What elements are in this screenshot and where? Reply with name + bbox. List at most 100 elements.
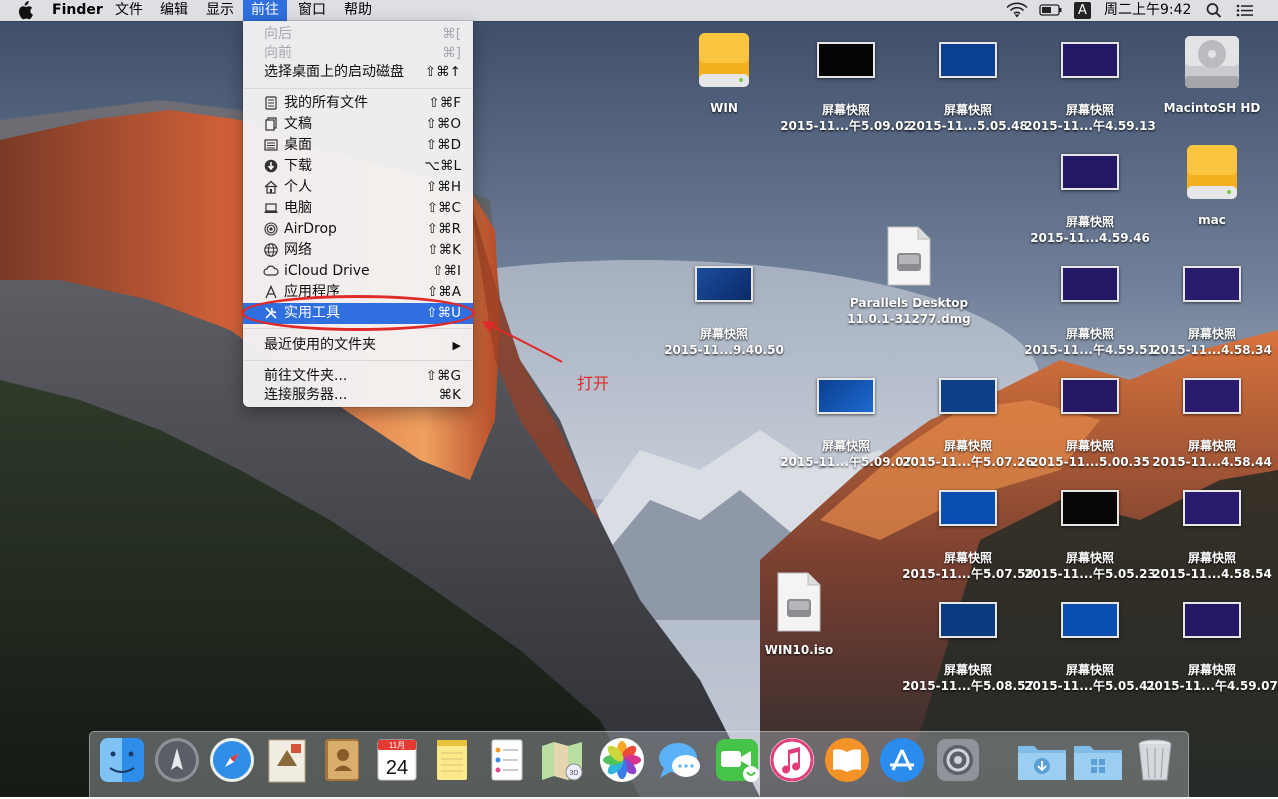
desktop-icon-screenshot[interactable]: 屏幕快照 2015-11...午5.07.58 [898, 490, 1038, 582]
go-menu-dropdown: 向后 ⌘[ 向前 ⌘] 选择桌面上的启动磁盘 ⇧⌘↑ 我的所有文件 ⇧⌘F 文稿… [243, 21, 473, 407]
calendar-icon[interactable]: 11月 24 [373, 736, 421, 784]
menu-item-downloads[interactable]: 下载 ⌥⌘L [243, 156, 473, 177]
menu-item-all-my-files[interactable]: 我的所有文件 ⇧⌘F [243, 93, 473, 114]
screenshot-thumbnail [1061, 490, 1119, 526]
menu-item-shortcut: ⌥⌘L [424, 158, 461, 174]
menu-item-startup-disk[interactable]: 选择桌面上的启动磁盘 ⇧⌘↑ [243, 62, 473, 83]
app-store-icon[interactable] [878, 736, 926, 784]
desktop-icon-screenshot[interactable]: 屏幕快照 2015-11...午5.09.02 [776, 42, 916, 134]
battery-icon[interactable] [1039, 0, 1063, 21]
screenshot-thumbnail [695, 266, 753, 302]
menu-edit[interactable]: 编辑 [160, 0, 188, 21]
menu-item-computer[interactable]: 电脑 ⇧⌘C [243, 198, 473, 219]
screenshot-thumbnail [939, 602, 997, 638]
desktop-icon-screenshot[interactable]: 屏幕快照 2015-11...午4.59.07 [1142, 602, 1278, 694]
finder-icon[interactable] [98, 736, 146, 784]
desktop-icon-label: 屏幕快照 [943, 663, 992, 677]
desktop-icon-label: 屏幕快照 [1187, 439, 1236, 453]
desktop-icon-label: 2015-11...午4.59.07 [1146, 679, 1278, 693]
itunes-icon[interactable] [768, 736, 816, 784]
reminders-icon[interactable] [483, 736, 531, 784]
wifi-icon[interactable] [1006, 0, 1028, 21]
mail-icon[interactable] [263, 736, 311, 784]
desktop-icon-label: 2015-11...4.59.46 [1030, 231, 1150, 245]
documents-icon [263, 117, 279, 132]
menu-item-recent-folders[interactable]: 最近使用的文件夹 ▶ [243, 335, 473, 356]
desktop-icon-screenshot[interactable]: 屏幕快照 2015-11...午5.05.23 [1020, 490, 1160, 582]
svg-text:3D: 3D [570, 770, 579, 777]
notification-center-icon[interactable] [1236, 0, 1254, 21]
desktop-icon-win10-iso[interactable]: WIN10.iso [729, 571, 869, 658]
desktop-icon-mac-drive[interactable]: mac [1142, 142, 1278, 228]
photos-icon[interactable] [598, 736, 646, 784]
ibooks-icon[interactable] [823, 736, 871, 784]
menu-item-label: 个人 [284, 179, 312, 195]
desktop-icon-macintosh-hd[interactable]: MacintoSH HD [1142, 30, 1278, 116]
menu-item-network[interactable]: 网络 ⇧⌘K [243, 240, 473, 261]
menu-item-icloud-drive[interactable]: iCloud Drive ⇧⌘I [243, 261, 473, 282]
maps-icon[interactable]: 3D [538, 736, 586, 784]
menu-item-desktop[interactable]: 桌面 ⇧⌘D [243, 135, 473, 156]
input-method-indicator[interactable]: A [1074, 2, 1091, 19]
system-preferences-icon[interactable] [934, 736, 982, 784]
desktop-icon-screenshot[interactable]: 屏幕快照 2015-11...午4.59.51 [1020, 266, 1160, 358]
desktop-icon-label: MacintoSH HD [1163, 101, 1261, 115]
desktop-icon-label: 2015-11...午5.09.07 [780, 455, 912, 469]
menu-item-back[interactable]: 向后 ⌘[ [243, 24, 473, 45]
menu-help[interactable]: 帮助 [344, 0, 372, 21]
desktop-icon-label: 屏幕快照 [943, 439, 992, 453]
desktop-icon-screenshot[interactable]: 屏幕快照 2015-11...午4.59.13 [1020, 42, 1160, 134]
menu-item-label: 网络 [284, 242, 312, 258]
hard-drive-icon [1185, 36, 1239, 88]
menubar-clock[interactable]: 周二上午9:42 [1104, 0, 1191, 21]
menu-item-label: 电脑 [284, 200, 312, 216]
trash-icon[interactable] [1131, 736, 1179, 784]
notes-icon[interactable] [428, 736, 476, 784]
launchpad-icon[interactable] [153, 736, 201, 784]
menu-item-documents[interactable]: 文稿 ⇧⌘O [243, 114, 473, 135]
contacts-icon[interactable] [318, 736, 366, 784]
menu-item-airdrop[interactable]: AirDrop ⇧⌘R [243, 219, 473, 240]
safari-icon[interactable] [208, 736, 256, 784]
menu-item-label: 向后 [264, 26, 292, 42]
desktop-icon-screenshot[interactable]: 屏幕快照 2015-11...4.58.34 [1142, 266, 1278, 358]
desktop-icon-label: 屏幕快照 [1187, 663, 1236, 677]
desktop-icon-screenshot[interactable]: 屏幕快照 2015-11...5.05.48 [898, 42, 1038, 134]
desktop-icon-screenshot[interactable]: 屏幕快照 2015-11...4.59.46 [1020, 154, 1160, 246]
screenshot-thumbnail [1183, 378, 1241, 414]
desktop-icon-screenshot[interactable]: 屏幕快照 2015-11...午5.08.57 [898, 602, 1038, 694]
desktop-icon-screenshot[interactable]: 屏幕快照 2015-11...4.58.44 [1142, 378, 1278, 470]
desktop-icon-screenshot[interactable]: 屏幕快照 2015-11...9.40.50 [654, 266, 794, 358]
menu-file[interactable]: 文件 [115, 0, 143, 21]
menu-go[interactable]: 前往 [243, 0, 287, 21]
apple-logo-icon[interactable] [16, 0, 33, 21]
facetime-icon[interactable] [713, 736, 761, 784]
screenshot-thumbnail [817, 378, 875, 414]
menu-item-home[interactable]: 个人 ⇧⌘H [243, 177, 473, 198]
screenshot-thumbnail [939, 42, 997, 78]
desktop-icon-label: 2015-11...午5.05.23 [1024, 567, 1156, 581]
desktop-icon-screenshot[interactable]: 屏幕快照 2015-11...5.00.35 [1020, 378, 1160, 470]
menu-window[interactable]: 窗口 [298, 0, 326, 21]
menu-item-label: 最近使用的文件夹 [264, 337, 376, 353]
desktop-icon-label: 2015-11...午5.07.58 [902, 567, 1034, 581]
desktop-icon-parallels-dmg[interactable]: Parallels Desktop 11.0.1-31277.dmg [839, 225, 979, 327]
applications-folder-icon[interactable] [1072, 736, 1122, 784]
app-name-finder[interactable]: Finder [52, 0, 103, 21]
menu-item-forward[interactable]: 向前 ⌘] [243, 43, 473, 64]
desktop-icon-screenshot[interactable]: 屏幕快照 2015-11...午5.09.07 [776, 378, 916, 470]
messages-icon[interactable] [656, 736, 704, 784]
downloads-folder-icon[interactable] [1016, 736, 1066, 784]
menu-item-connect-server[interactable]: 连接服务器... ⌘K [243, 385, 473, 406]
menu-item-label: 桌面 [284, 137, 312, 153]
menu-item-go-to-folder[interactable]: 前往文件夹... ⇧⌘G [243, 366, 473, 387]
menu-item-shortcut: ⇧⌘K [427, 242, 461, 258]
calendar-day-text: 24 [386, 757, 408, 779]
desktop-icon-screenshot[interactable]: 屏幕快照 2015-11...午5.05.41 [1020, 602, 1160, 694]
menu-item-label: 下载 [284, 158, 312, 174]
desktop-icon-win-drive[interactable]: WIN [654, 30, 794, 116]
desktop-icon-screenshot[interactable]: 屏幕快照 2015-11...4.58.54 [1142, 490, 1278, 582]
menu-view[interactable]: 显示 [206, 0, 234, 21]
desktop-icon-screenshot[interactable]: 屏幕快照 2015-11...午5.07.26 [898, 378, 1038, 470]
spotlight-search-icon[interactable] [1206, 0, 1222, 21]
